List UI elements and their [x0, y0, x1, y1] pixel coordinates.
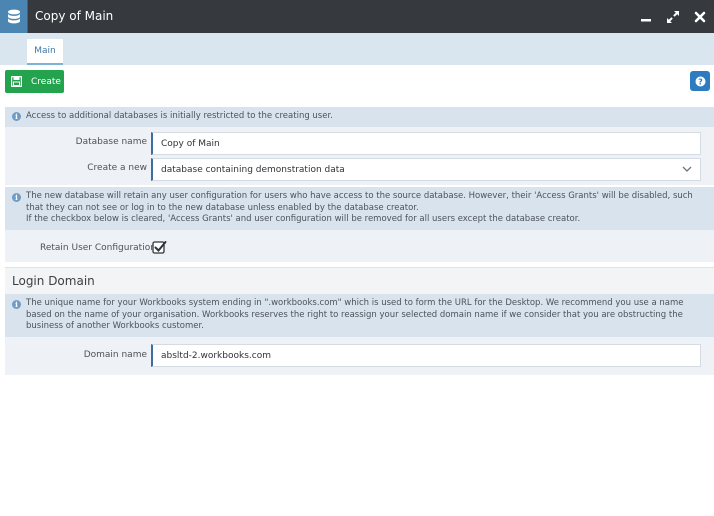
restriction-notice: i Access to additional databases is init… [5, 107, 714, 127]
tab-main[interactable]: Main [27, 39, 63, 65]
login-domain-notice: i The unique name for your Workbooks sys… [5, 294, 714, 337]
database-form: Database name Copy of Main Create a new … [5, 127, 714, 185]
domain-name-row: Domain name absltd-2.workbooks.com [5, 337, 714, 375]
retain-config-notice: i The new database will retain any user … [5, 187, 714, 230]
retain-config-label: Retain User Configuration [40, 243, 156, 253]
domain-name-value: absltd-2.workbooks.com [161, 350, 271, 361]
login-domain-heading: Login Domain [5, 267, 714, 294]
domain-notice-line-3: business of another Workbooks customer. [26, 321, 204, 331]
login-domain-title: Login Domain [12, 274, 95, 288]
create-new-label: Create a new [87, 163, 147, 173]
retain-config-row: Retain User Configuration [5, 230, 714, 262]
toolbar: Create ? [0, 65, 714, 101]
retain-notice-line-1: The new database will retain any user co… [26, 191, 693, 201]
info-icon: i [12, 112, 21, 121]
create-button-label: Create [31, 76, 61, 87]
database-name-label: Database name [75, 137, 147, 147]
database-name-input[interactable]: Copy of Main [151, 132, 701, 155]
window-title: Copy of Main [35, 9, 114, 23]
tab-bar: Main [0, 33, 714, 65]
database-name-value: Copy of Main [161, 138, 220, 149]
retain-config-checkbox[interactable] [152, 240, 167, 255]
maximize-icon[interactable] [664, 8, 682, 25]
domain-notice-line-1: The unique name for your Workbooks syste… [26, 298, 684, 308]
minimize-icon[interactable] [637, 8, 655, 25]
domain-notice-line-2: based on the name of your organisation. … [26, 309, 683, 320]
retain-notice-line-2: that they can not see or log in to the n… [26, 202, 419, 213]
chevron-down-icon [682, 166, 692, 172]
retain-notice-line-3: If the checkbox below is cleared, 'Acces… [26, 214, 581, 224]
save-icon [11, 76, 22, 87]
domain-name-label: Domain name [83, 350, 147, 360]
info-icon: i [12, 193, 21, 202]
help-icon[interactable]: ? [690, 71, 710, 91]
create-new-value: database containing demonstration data [161, 164, 345, 175]
restriction-notice-text: Access to additional databases is initia… [26, 111, 333, 121]
create-button[interactable]: Create [5, 70, 64, 93]
window-titlebar: Copy of Main [0, 0, 714, 33]
svg-text:?: ? [698, 77, 703, 86]
info-icon: i [12, 300, 21, 309]
database-icon [0, 0, 27, 33]
title-separator [27, 0, 28, 33]
create-new-select[interactable]: database containing demonstration data [151, 158, 701, 181]
close-icon[interactable] [691, 8, 709, 25]
domain-name-input[interactable]: absltd-2.workbooks.com [151, 344, 701, 367]
